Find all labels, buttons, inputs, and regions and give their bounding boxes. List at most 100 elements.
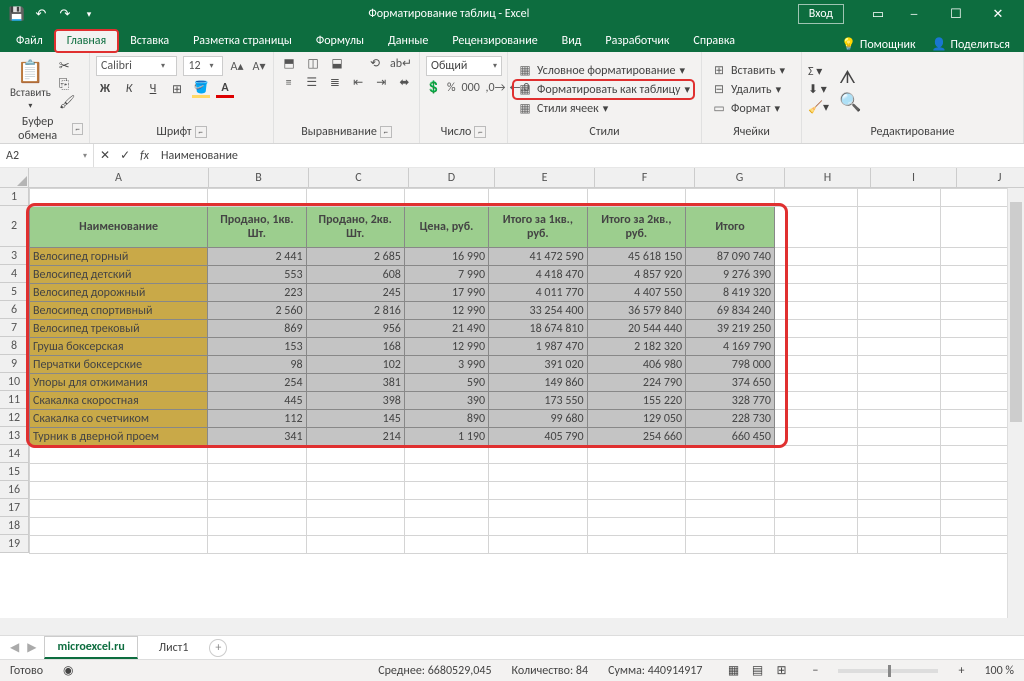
cell[interactable]: 20 544 440 xyxy=(587,320,686,338)
cell[interactable] xyxy=(587,536,686,554)
row-header[interactable]: 6 xyxy=(0,301,29,319)
insert-cells-button[interactable]: ⊞Вставить ▾ xyxy=(708,62,788,79)
cell[interactable]: 12 990 xyxy=(404,338,488,356)
ribbon-options-icon[interactable]: ▭ xyxy=(864,0,892,28)
comma-icon[interactable]: 000 xyxy=(462,81,480,95)
cell[interactable] xyxy=(489,536,588,554)
find-select-icon[interactable]: 🔍 xyxy=(839,91,861,113)
cell[interactable] xyxy=(774,338,857,356)
cell[interactable] xyxy=(857,266,940,284)
cell[interactable]: 12 990 xyxy=(404,302,488,320)
cell[interactable] xyxy=(489,482,588,500)
increase-font-icon[interactable]: A▴ xyxy=(229,59,245,74)
qat-dropdown-icon[interactable]: ▾ xyxy=(78,3,100,25)
cell[interactable] xyxy=(857,500,940,518)
align-center-icon[interactable]: ☰ xyxy=(303,75,320,90)
cell[interactable] xyxy=(404,464,488,482)
font-launcher[interactable]: ⌐ xyxy=(195,126,207,138)
enter-formula-icon[interactable]: ✓ xyxy=(120,148,130,163)
cell[interactable]: 112 xyxy=(208,410,306,428)
cell[interactable]: Итого за 2кв., руб. xyxy=(587,207,686,248)
cell[interactable]: 1 190 xyxy=(404,428,488,446)
cell[interactable]: Велосипед дорожный xyxy=(30,284,208,302)
cell[interactable] xyxy=(857,374,940,392)
cell[interactable]: 173 550 xyxy=(489,392,588,410)
cell[interactable]: 245 xyxy=(306,284,404,302)
login-button[interactable]: Вход xyxy=(798,4,844,24)
cell[interactable]: Продано, 1кв. Шт. xyxy=(208,207,306,248)
row-header[interactable]: 3 xyxy=(0,247,29,265)
cell[interactable] xyxy=(686,518,775,536)
cell[interactable]: Цена, руб. xyxy=(404,207,488,248)
col-header[interactable]: G xyxy=(695,168,785,188)
row-header[interactable]: 17 xyxy=(0,499,29,517)
cell[interactable]: 254 xyxy=(208,374,306,392)
row-header[interactable]: 1 xyxy=(0,188,29,206)
cell[interactable]: 4 857 920 xyxy=(587,266,686,284)
cell[interactable]: Перчатки боксерские xyxy=(30,356,208,374)
macro-record-icon[interactable]: ◉ xyxy=(63,663,73,678)
cell[interactable]: Упоры для отжимания xyxy=(30,374,208,392)
cell[interactable]: 2 685 xyxy=(306,248,404,266)
cell[interactable] xyxy=(857,428,940,446)
row-header[interactable]: 15 xyxy=(0,463,29,481)
cell[interactable]: 374 650 xyxy=(686,374,775,392)
cell[interactable] xyxy=(857,446,940,464)
cell[interactable]: 36 579 840 xyxy=(587,302,686,320)
cell[interactable] xyxy=(857,284,940,302)
cell[interactable]: 45 618 150 xyxy=(587,248,686,266)
tab-developer[interactable]: Разработчик xyxy=(593,30,681,52)
cell[interactable] xyxy=(404,189,488,207)
cell-styles-button[interactable]: ▦Стили ячеек ▾ xyxy=(514,100,693,117)
clear-icon[interactable]: 🧹▾ xyxy=(808,100,829,115)
number-format-combo[interactable]: Общий▾ xyxy=(426,56,502,76)
align-launcher[interactable]: ⌐ xyxy=(380,126,392,138)
cell[interactable]: 16 990 xyxy=(404,248,488,266)
cell[interactable]: 890 xyxy=(404,410,488,428)
cell[interactable] xyxy=(208,500,306,518)
sheet-tab-2[interactable]: Лист1 xyxy=(146,637,202,659)
indent-dec-icon[interactable]: ⇤ xyxy=(350,75,367,90)
cell[interactable]: 254 660 xyxy=(587,428,686,446)
cell[interactable]: 590 xyxy=(404,374,488,392)
cell[interactable] xyxy=(774,410,857,428)
cell[interactable]: 4 407 550 xyxy=(587,284,686,302)
cancel-formula-icon[interactable]: ✕ xyxy=(100,148,110,163)
row-header[interactable]: 7 xyxy=(0,319,29,337)
sheet-tab-1[interactable]: microexcel.ru xyxy=(44,636,137,659)
cell[interactable]: Велосипед детский xyxy=(30,266,208,284)
cell[interactable]: 406 980 xyxy=(587,356,686,374)
format-cells-button[interactable]: ▭Формат ▾ xyxy=(708,100,788,117)
page-break-view-icon[interactable]: ⊞ xyxy=(770,662,792,680)
cell[interactable] xyxy=(774,266,857,284)
sheet-nav-next[interactable]: ▶ xyxy=(27,640,36,655)
cell[interactable]: 445 xyxy=(208,392,306,410)
page-layout-view-icon[interactable]: ▤ xyxy=(746,662,768,680)
cell[interactable] xyxy=(30,536,208,554)
cell[interactable] xyxy=(686,189,775,207)
align-left-icon[interactable]: ≡ xyxy=(280,76,297,90)
align-top-icon[interactable]: ⬒ xyxy=(280,56,298,71)
cell[interactable] xyxy=(857,482,940,500)
col-header[interactable]: C xyxy=(309,168,409,188)
col-header[interactable]: D xyxy=(409,168,495,188)
cell[interactable] xyxy=(587,189,686,207)
row-header[interactable]: 8 xyxy=(0,337,29,355)
tell-me[interactable]: 💡 Помощник xyxy=(841,37,916,52)
cell[interactable]: 168 xyxy=(306,338,404,356)
col-header[interactable]: I xyxy=(871,168,957,188)
add-sheet-button[interactable]: + xyxy=(209,639,227,657)
cell[interactable]: 4 418 470 xyxy=(489,266,588,284)
cell[interactable]: 41 472 590 xyxy=(489,248,588,266)
cell[interactable] xyxy=(774,446,857,464)
cell[interactable]: 39 219 250 xyxy=(686,320,775,338)
conditional-format-button[interactable]: ▦Условное форматирование ▾ xyxy=(514,62,693,79)
cell[interactable]: 69 834 240 xyxy=(686,302,775,320)
cell[interactable] xyxy=(306,500,404,518)
delete-cells-button[interactable]: ⊟Удалить ▾ xyxy=(708,81,788,98)
format-as-table-button[interactable]: ▦Форматировать как таблицу ▾ xyxy=(514,81,693,98)
cell[interactable] xyxy=(489,189,588,207)
zoom-out-icon[interactable]: − xyxy=(812,664,818,678)
cell[interactable]: 956 xyxy=(306,320,404,338)
cell[interactable]: 145 xyxy=(306,410,404,428)
